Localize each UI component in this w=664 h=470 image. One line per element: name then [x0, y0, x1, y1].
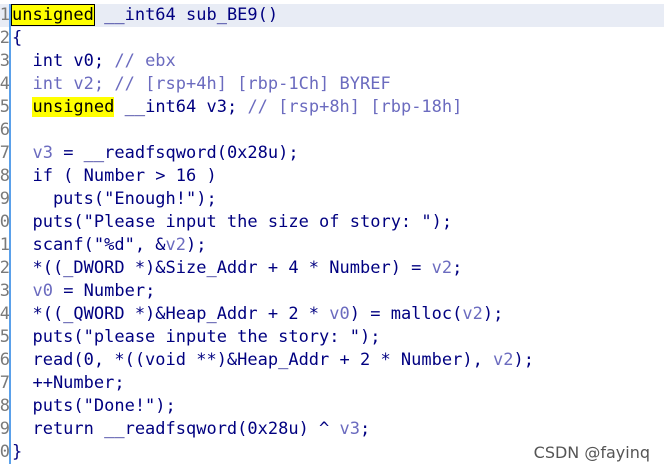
code-line[interactable]: 12 *((_DWORD *)&Size_Addr + 4 * Number) … — [0, 257, 664, 280]
code-line[interactable]: 8 if ( Number > 16 ) — [0, 165, 664, 188]
code-token[interactable]: v2 — [462, 304, 482, 324]
code-text[interactable]: *((_QWORD *)&Heap_Addr + 2 * v0) = mallo… — [12, 303, 503, 326]
code-line[interactable]: 16 read(0, *((void **)&Heap_Addr + 2 * N… — [0, 349, 664, 372]
code-token[interactable]: puts("Please input the size of story: ")… — [12, 212, 452, 232]
gutter-marker — [9, 4, 11, 27]
code-token[interactable]: v2 — [493, 350, 513, 370]
gutter-marker — [9, 395, 11, 418]
code-line[interactable]: 13 v0 = Number; — [0, 280, 664, 303]
code-text[interactable]: scanf("%d", &v2); — [12, 234, 206, 257]
gutter-marker — [9, 50, 11, 73]
pseudocode-view[interactable]: 1 unsigned __int64 sub_BE9() 2{3 int v0; /… — [0, 4, 664, 466]
gutter-marker — [9, 188, 11, 211]
code-line[interactable]: 4 int v2; // [rsp+4h] [rbp-1Ch] BYREF — [0, 73, 664, 96]
code-line[interactable]: 9 puts("Enough!"); — [0, 188, 664, 211]
code-token[interactable]: // ebx — [114, 51, 175, 71]
code-token[interactable]: = __readfsqword(0x28u); — [53, 143, 298, 163]
code-line[interactable]: 14 *((_QWORD *)&Heap_Addr + 2 * v0) = ma… — [0, 303, 664, 326]
gutter-marker — [9, 372, 11, 395]
code-line[interactable]: 19 return __readfsqword(0x28u) ^ v3; — [0, 418, 664, 441]
code-line[interactable]: 17 ++Number; — [0, 372, 664, 395]
code-token[interactable]: ++Number; — [12, 373, 124, 393]
code-token[interactable]: ); — [186, 235, 206, 255]
code-token[interactable]: int v0; — [12, 51, 114, 71]
code-token[interactable]: puts("Done!"); — [12, 396, 175, 416]
code-text[interactable]: *((_DWORD *)&Size_Addr + 4 * Number) = v… — [12, 257, 462, 280]
code-token[interactable]: if ( Number > 16 ) — [12, 166, 216, 186]
gutter-marker — [9, 211, 11, 234]
code-token[interactable]: unsigned — [32, 97, 115, 117]
gutter-marker — [9, 119, 11, 142]
code-text[interactable]: puts("Done!"); — [12, 395, 175, 418]
code-token[interactable]: *((_DWORD *)&Size_Addr + 4 * Number) = — [12, 258, 432, 278]
code-token[interactable]: puts("please inpute the story: "); — [12, 327, 380, 347]
code-line[interactable]: 5 unsigned __int64 v3; // [rsp+8h] [rbp-… — [0, 96, 664, 119]
code-text[interactable]: int v0; // ebx — [12, 50, 175, 73]
gutter-marker — [9, 96, 11, 119]
code-line[interactable]: 18 puts("Done!"); — [0, 395, 664, 418]
gutter-marker — [9, 257, 11, 280]
code-token[interactable]: } — [12, 442, 22, 462]
code-token[interactable]: v2 — [166, 235, 186, 255]
gutter-marker — [9, 349, 11, 372]
code-token[interactable]: int v2; — [12, 74, 114, 94]
gutter-marker — [9, 142, 11, 165]
code-text[interactable]: ++Number; — [12, 372, 124, 395]
code-text[interactable]: puts("please inpute the story: "); — [12, 326, 380, 349]
gutter-marker — [9, 326, 11, 349]
code-line[interactable]: 6 — [0, 119, 664, 142]
code-token[interactable]: // [rsp+4h] [rbp-1Ch] BYREF — [114, 74, 390, 94]
code-token[interactable]: ); — [483, 304, 503, 324]
code-line[interactable]: 3 int v0; // ebx — [0, 50, 664, 73]
code-text[interactable]: unsigned __int64 v3; // [rsp+8h] [rbp-18… — [12, 96, 462, 119]
code-text[interactable]: unsigned __int64 sub_BE9() — [11, 4, 278, 27]
gutter-marker — [9, 27, 11, 50]
code-line[interactable]: 10 puts("Please input the size of story:… — [0, 211, 664, 234]
code-token[interactable]: read(0, *((void **)&Heap_Addr + 2 * Numb… — [12, 350, 493, 370]
code-text[interactable]: puts("Please input the size of story: ")… — [12, 211, 452, 234]
gutter-marker — [9, 441, 11, 464]
gutter-marker — [9, 280, 11, 303]
code-token[interactable]: puts("Enough!"); — [12, 189, 217, 209]
code-token[interactable]: // [rsp+8h] [rbp-18h] — [247, 97, 462, 117]
code-token[interactable]: v3 — [340, 419, 360, 439]
code-token[interactable]: v0 — [329, 304, 349, 324]
code-token[interactable]: ; — [360, 419, 370, 439]
gutter-marker — [9, 73, 11, 96]
code-token[interactable]: v2 — [432, 258, 452, 278]
code-text[interactable]: v3 = __readfsqword(0x28u); — [12, 142, 298, 165]
code-token[interactable]: *((_QWORD *)&Heap_Addr + 2 * — [12, 304, 329, 324]
code-token[interactable]: { — [12, 28, 22, 48]
code-line[interactable]: 15 puts("please inpute the story: "); — [0, 326, 664, 349]
code-token[interactable]: scanf("%d", & — [12, 235, 165, 255]
code-line[interactable]: 1 unsigned __int64 sub_BE9() — [0, 4, 664, 27]
code-token[interactable]: ); — [514, 350, 534, 370]
code-text[interactable]: read(0, *((void **)&Heap_Addr + 2 * Numb… — [12, 349, 534, 372]
code-token[interactable]: = Number; — [53, 281, 155, 301]
code-text[interactable]: int v2; // [rsp+4h] [rbp-1Ch] BYREF — [12, 73, 390, 96]
code-line[interactable]: 11 scanf("%d", &v2); — [0, 234, 664, 257]
code-token[interactable]: ; — [452, 258, 462, 278]
code-token[interactable]: unsigned — [11, 4, 95, 26]
code-token[interactable]: ) = malloc( — [350, 304, 463, 324]
code-text[interactable]: v0 = Number; — [12, 280, 155, 303]
gutter-marker — [9, 418, 11, 441]
code-token[interactable]: return __readfsqword(0x28u) ^ — [12, 419, 340, 439]
code-token[interactable] — [12, 97, 32, 117]
code-text[interactable]: { — [12, 27, 22, 50]
code-text[interactable]: return __readfsqword(0x28u) ^ v3; — [12, 418, 370, 441]
code-text[interactable]: puts("Enough!"); — [12, 188, 217, 211]
gutter-marker — [9, 165, 11, 188]
gutter-marker — [9, 303, 11, 326]
code-line[interactable]: 2{ — [0, 27, 664, 50]
gutter-marker — [9, 234, 11, 257]
code-token[interactable]: __int64 sub_BE9() — [94, 5, 278, 25]
code-token[interactable]: v0 — [12, 281, 52, 301]
watermark: CSDN @fayinq — [533, 443, 650, 462]
code-token[interactable]: v3 — [12, 143, 52, 163]
code-token[interactable]: __int64 v3; — [114, 97, 247, 117]
code-line[interactable]: 7 v3 = __readfsqword(0x28u); — [0, 142, 664, 165]
code-text[interactable]: if ( Number > 16 ) — [12, 165, 216, 188]
code-text[interactable]: } — [12, 441, 22, 464]
